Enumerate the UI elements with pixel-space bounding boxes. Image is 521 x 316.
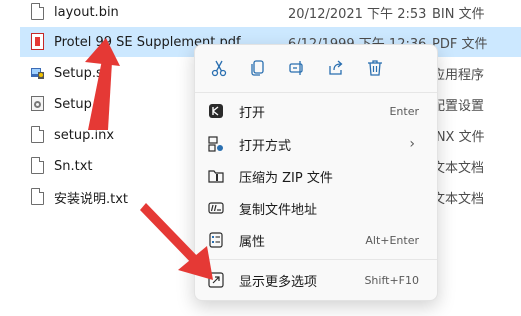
share-button[interactable]: [320, 52, 352, 84]
copy-path-icon: [207, 199, 225, 217]
setup-exe-icon: [30, 64, 46, 82]
menu-item-open[interactable]: 打开 Enter: [199, 96, 433, 126]
menu-item-label: 复制文件地址: [239, 202, 318, 218]
file-name: layout.bin: [54, 4, 119, 20]
copy-button[interactable]: [242, 52, 274, 84]
menu-item-show-more-options[interactable]: 显示更多选项 Shift+F10: [199, 265, 433, 295]
shortcut-hint: Enter: [389, 104, 419, 118]
file-type: BIN 文件: [432, 6, 485, 22]
file-type: 文本文档: [432, 191, 485, 207]
text-file-icon: [30, 188, 46, 206]
delete-button[interactable]: [359, 52, 391, 84]
settings-file-icon: [30, 95, 46, 113]
more-options-icon: [207, 271, 225, 289]
file-date: 20/12/2021 下午 2:53: [288, 6, 427, 22]
menu-item-compress-zip[interactable]: 压缩为 ZIP 文件: [199, 161, 433, 191]
menu-item-label: 压缩为 ZIP 文件: [239, 170, 333, 186]
zip-icon: [207, 167, 225, 185]
menu-item-open-with[interactable]: 打开方式 ›: [199, 129, 433, 159]
shortcut-hint: Alt+Enter: [365, 233, 419, 247]
menu-item-copy-path[interactable]: 复制文件地址: [199, 193, 433, 223]
file-row-layout-bin[interactable]: layout.bin 20/12/2021 下午 2:53 BIN 文件: [20, 0, 521, 27]
context-menu-toolbar: [195, 45, 445, 91]
menu-divider: [195, 92, 437, 93]
share-icon: [329, 60, 343, 75]
file-type: 文本文档: [432, 160, 485, 176]
file-icon: [30, 3, 46, 21]
chevron-right-icon: ›: [409, 136, 415, 152]
menu-divider: [195, 259, 437, 260]
open-with-icon: [207, 135, 225, 153]
cut-icon: [211, 60, 227, 77]
context-menu: 打开 Enter 打开方式 › 压缩为 ZIP 文件 复制文件地址 属性 Alt…: [194, 44, 438, 301]
copy-icon: [251, 60, 264, 76]
shortcut-hint: Shift+F10: [364, 273, 419, 287]
pdf-file-icon: [30, 33, 46, 51]
file-type: 配置设置: [432, 98, 485, 114]
delete-icon: [368, 60, 382, 76]
file-type: INX 文件: [432, 129, 485, 145]
menu-item-properties[interactable]: 属性 Alt+Enter: [199, 225, 433, 255]
rename-button[interactable]: [281, 52, 313, 84]
menu-item-label: 打开方式: [239, 138, 292, 154]
properties-icon: [207, 231, 225, 249]
file-icon: [30, 126, 46, 144]
rename-icon: [289, 61, 303, 75]
text-file-icon: [30, 157, 46, 175]
open-icon: [207, 102, 225, 120]
cut-button[interactable]: [203, 52, 235, 84]
